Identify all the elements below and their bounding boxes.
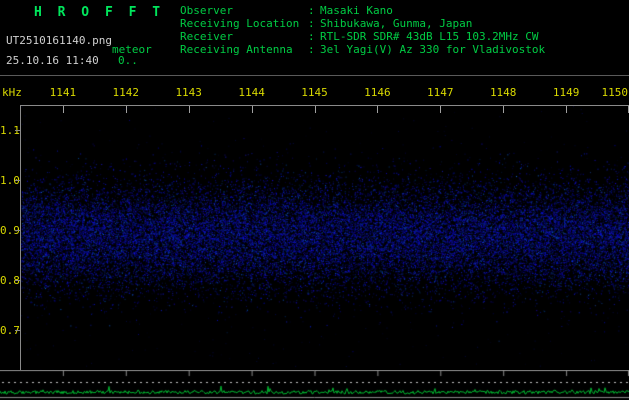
station-info: Observer: Masaki Kano Receiving Location:… — [180, 4, 545, 56]
x-tick-label: 1142 — [113, 86, 140, 99]
header-divider — [0, 75, 629, 76]
info-label: Receiving Antenna — [180, 43, 308, 56]
info-separator: : — [308, 43, 320, 56]
x-axis-tick — [126, 106, 127, 113]
info-label: Receiving Location — [180, 17, 308, 30]
info-label: Receiver — [180, 30, 308, 43]
x-tick-label: 1144 — [238, 86, 265, 99]
timestamp: 25.10.16 11:40 — [6, 54, 99, 67]
spectrogram-canvas — [21, 106, 629, 370]
progress-counter: 0.. — [118, 54, 138, 67]
info-separator: : — [308, 17, 320, 30]
y-axis-tick — [15, 180, 20, 181]
x-tick-label: 1147 — [427, 86, 454, 99]
y-axis-tick — [15, 280, 20, 281]
x-tick-label: 1141 — [50, 86, 77, 99]
x-axis-tick — [440, 106, 441, 113]
output-filename: UT2510161140.png — [6, 34, 112, 47]
info-row-location: Receiving Location: Shibukawa, Gunma, Jap… — [180, 17, 545, 30]
signal-level-canvas — [0, 370, 629, 400]
info-value: Shibukawa, Gunma, Japan — [320, 17, 472, 30]
x-tick-label: 1150 — [602, 86, 629, 99]
x-axis-tick — [315, 106, 316, 113]
x-tick-label: 1146 — [364, 86, 391, 99]
x-axis-tick — [63, 106, 64, 113]
y-axis-unit-label: kHz — [2, 86, 22, 99]
y-axis-tick — [15, 230, 20, 231]
info-value: Masaki Kano — [320, 4, 393, 17]
x-axis-tick — [377, 106, 378, 113]
x-axis-tick — [252, 106, 253, 113]
info-value: RTL-SDR SDR# 43dB L15 103.2MHz CW — [320, 30, 539, 43]
info-row-observer: Observer: Masaki Kano — [180, 4, 545, 17]
info-label: Observer — [180, 4, 308, 17]
info-row-antenna: Receiving Antenna:3el Yagi(V) Az 330 for… — [180, 43, 545, 56]
info-value: 3el Yagi(V) Az 330 for Vladivostok — [320, 43, 545, 56]
x-axis-tick — [503, 106, 504, 113]
y-axis-tick — [15, 330, 20, 331]
x-tick-label: 1145 — [301, 86, 328, 99]
hrofft-screen: H R O F F T UT2510161140.png meteor 25.1… — [0, 0, 629, 400]
x-axis-tick — [189, 106, 190, 113]
x-tick-label: 1143 — [175, 86, 202, 99]
y-axis-tick — [15, 130, 20, 131]
info-separator: : — [308, 30, 320, 43]
x-tick-label: 1148 — [490, 86, 517, 99]
info-row-receiver: Receiver: RTL-SDR SDR# 43dB L15 103.2MHz … — [180, 30, 545, 43]
x-tick-label: 1149 — [553, 86, 580, 99]
app-title: H R O F F T — [34, 5, 164, 20]
x-axis-tick — [566, 106, 567, 113]
info-separator: : — [308, 4, 320, 17]
